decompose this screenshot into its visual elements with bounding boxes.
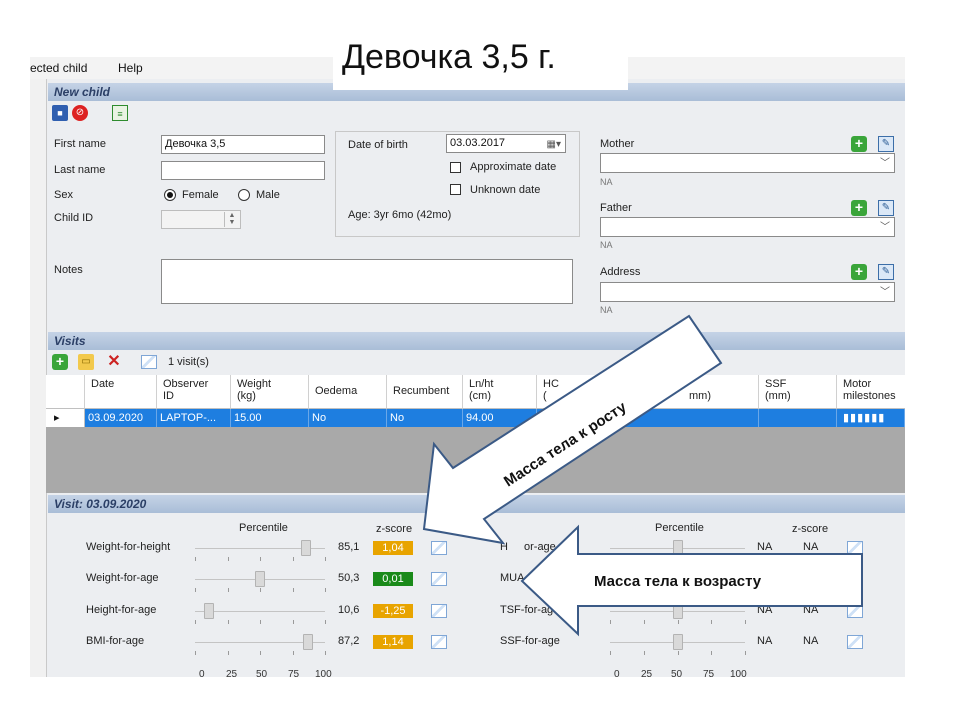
arrow2-label: Масса тела к возрасту [594, 573, 762, 590]
annotation-layer: Масса тела к росту Масса тела к возрасту [422, 314, 863, 637]
